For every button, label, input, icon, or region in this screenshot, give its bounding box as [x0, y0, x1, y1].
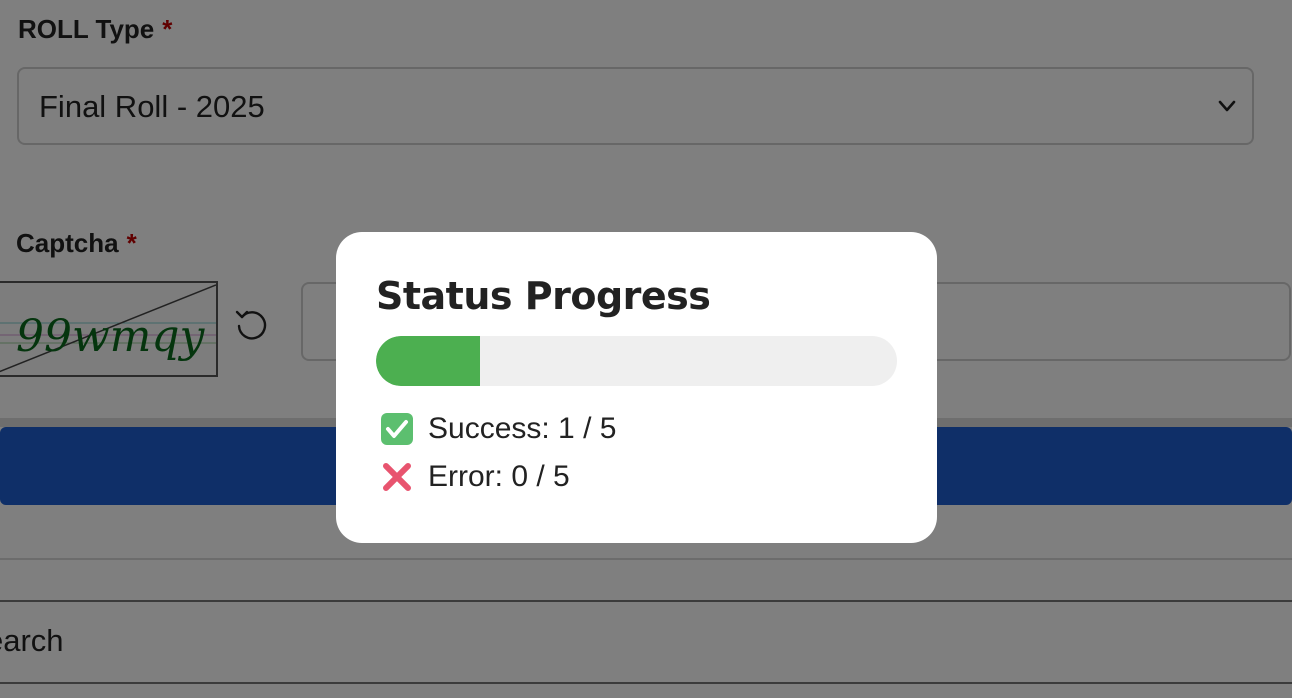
- status-progress-modal: Status Progress Success: 1 / 5 Error: 0 …: [336, 232, 937, 543]
- success-count: Success: 1 / 5: [428, 412, 617, 445]
- progress-bar: [376, 336, 897, 386]
- progress-bar-fill: [376, 336, 481, 386]
- error-count: Error: 0 / 5: [428, 460, 570, 493]
- modal-title: Status Progress: [376, 274, 711, 318]
- success-status: Success: 1 / 5: [380, 412, 616, 446]
- page: ROLL Type* Final Roll - 2025 Captcha* 99…: [0, 0, 1292, 698]
- error-status: Error: 0 / 5: [380, 460, 570, 494]
- cross-mark-icon: [383, 463, 411, 491]
- check-mark-button-icon: [381, 413, 413, 445]
